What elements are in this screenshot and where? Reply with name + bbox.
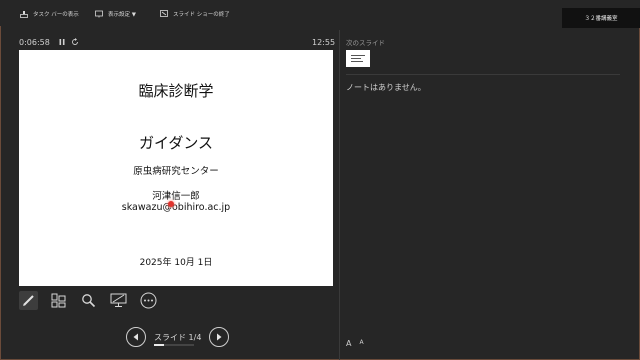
show-taskbar-label: タスク バーの表示 bbox=[33, 12, 79, 18]
speaker-notes[interactable]: ノートはありません。 bbox=[346, 82, 426, 93]
elapsed-timer: 0:06:58 bbox=[19, 38, 50, 47]
slides-grid-icon bbox=[51, 293, 66, 307]
room-label: ３２番講義室 bbox=[562, 8, 640, 28]
display-settings-button[interactable]: 表示設定 ▼ bbox=[95, 8, 136, 20]
chevron-left-icon bbox=[133, 333, 138, 341]
increase-font-button[interactable]: A bbox=[346, 339, 351, 348]
slide-subtitle: ガイダンス bbox=[138, 134, 214, 152]
pause-icon bbox=[59, 39, 65, 45]
pane-divider[interactable] bbox=[339, 30, 340, 360]
display-settings-label: 表示設定 ▼ bbox=[108, 12, 136, 18]
current-slide[interactable]: 臨床診断学 ガイダンス 原虫病研究センター 河津信一郎 skawazu@obih… bbox=[19, 50, 333, 286]
show-taskbar-button[interactable]: タスク バーの表示 bbox=[20, 8, 79, 20]
zoom-button[interactable] bbox=[79, 291, 98, 310]
slide-counter: スライド 1/4 bbox=[154, 332, 202, 346]
slide-navigation: スライド 1/4 bbox=[126, 327, 230, 347]
slide-affiliation: 原虫病研究センター bbox=[133, 166, 219, 177]
pen-tool-button[interactable] bbox=[19, 290, 38, 310]
decrease-font-button[interactable]: A bbox=[359, 339, 363, 348]
zoom-icon bbox=[82, 293, 96, 307]
thumb-line bbox=[351, 58, 361, 59]
end-slideshow-label: スライド ショーの終了 bbox=[173, 12, 230, 18]
slide-author: 河津信一郎 bbox=[152, 191, 200, 202]
see-all-slides-button[interactable] bbox=[49, 291, 68, 310]
more-icon bbox=[140, 292, 157, 308]
black-screen-button[interactable] bbox=[109, 291, 128, 310]
end-slideshow-button[interactable]: スライド ショーの終了 bbox=[160, 8, 230, 20]
slide-counter-text: スライド 1/4 bbox=[154, 332, 202, 342]
next-slide-button[interactable] bbox=[209, 327, 230, 347]
slide-email: skawazu@obihiro.ac.jp bbox=[121, 202, 231, 213]
notes-font-controls: A A bbox=[346, 339, 364, 348]
next-slide-label: 次のスライド bbox=[346, 39, 385, 47]
restart-icon bbox=[72, 38, 78, 45]
next-slide-thumbnail[interactable] bbox=[346, 50, 370, 67]
monitor-icon bbox=[95, 10, 103, 18]
notes-divider bbox=[346, 74, 620, 75]
pause-timer-button[interactable] bbox=[58, 38, 66, 48]
end-show-icon bbox=[160, 10, 168, 18]
laser-pointer bbox=[168, 201, 174, 207]
presenter-tools bbox=[19, 289, 158, 311]
slide-title: 臨床診断学 bbox=[138, 82, 214, 100]
more-options-button[interactable] bbox=[139, 291, 158, 310]
clock: 12:55 bbox=[312, 38, 336, 47]
screen-icon bbox=[110, 293, 127, 307]
pen-icon bbox=[23, 294, 34, 306]
taskbar-icon bbox=[20, 10, 28, 18]
previous-slide-button[interactable] bbox=[126, 327, 146, 347]
thumb-line bbox=[351, 61, 363, 62]
thumb-line bbox=[351, 55, 365, 56]
chevron-right-icon bbox=[217, 333, 222, 341]
slide-progress-fill bbox=[154, 343, 164, 346]
presenter-toolbar: タスク バーの表示 表示設定 ▼ スライド ショーの終了 ３２番講義室 bbox=[0, 0, 640, 28]
restart-timer-button[interactable] bbox=[71, 38, 79, 48]
slide-date: 2025年 10月 1日 bbox=[139, 258, 213, 268]
